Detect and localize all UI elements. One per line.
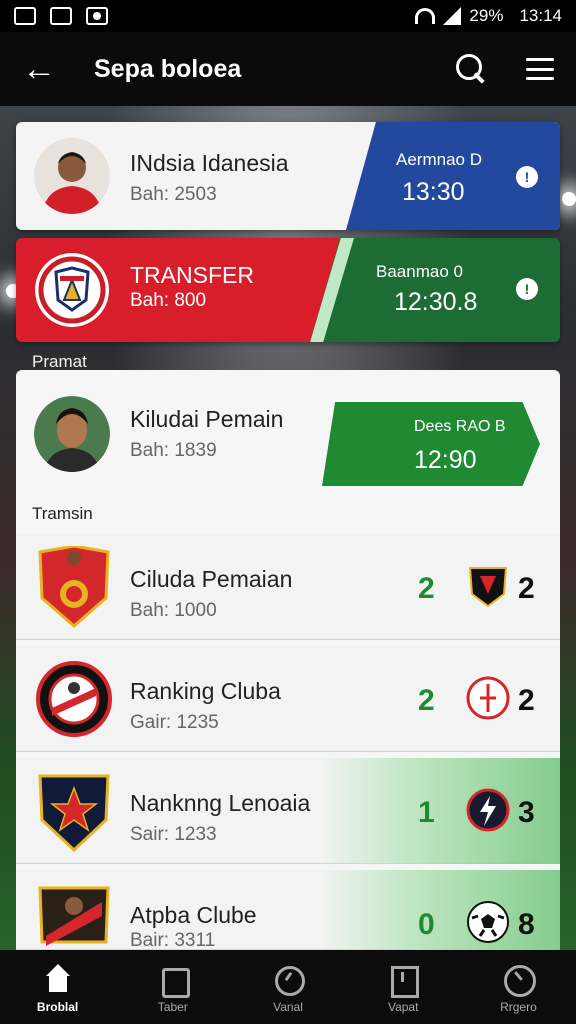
search-icon[interactable] [456, 54, 486, 84]
player-sub: Bah: 1839 [130, 440, 217, 461]
featured-player-card[interactable]: Kiludai Pemain Bah: 1839 Dees RAO B 12:9… [16, 376, 560, 494]
score-away: 2 [518, 684, 535, 717]
score-home: 2 [418, 684, 435, 717]
list-item[interactable]: Ranking Cluba Gair: 1235 2 2 [16, 646, 560, 752]
tab-shirt[interactable]: Taber [115, 950, 230, 1024]
tab-gauge[interactable]: Rrgero [461, 950, 576, 1024]
score-away: 3 [518, 796, 535, 829]
club-crest-icon [36, 661, 112, 737]
player-avatar [34, 138, 110, 214]
notification-icon [86, 7, 108, 25]
wifi-icon [415, 8, 436, 24]
page-title: Sepa boloea [94, 54, 242, 83]
match-time: 12:30.8 [394, 288, 478, 316]
tab-home[interactable]: Broblal [0, 950, 115, 1024]
club-crest-icon [38, 774, 110, 852]
match-label: Baanmao 0 [376, 262, 463, 281]
score-home: 1 [418, 796, 435, 829]
transfer-title: TRANSFER [130, 262, 254, 288]
home-icon [43, 964, 73, 994]
shirt-icon [158, 964, 190, 998]
player-avatar [34, 396, 110, 472]
tab-label: Taber [157, 1000, 188, 1014]
status-bar: 29% 13:14 [0, 0, 576, 32]
tab-clock[interactable]: Vanal [230, 950, 345, 1024]
row-sub: Sair: 1233 [130, 824, 217, 845]
opponent-crest-icon [466, 676, 510, 720]
player-sub: Bah: 2503 [130, 184, 217, 205]
row-sub: Bair: 3311 [130, 930, 216, 951]
row-name: Ciluda Pemaian [130, 566, 293, 592]
score-home: 0 [418, 908, 435, 941]
info-icon[interactable]: ! [516, 166, 538, 188]
board-icon [388, 964, 420, 998]
match-time: 13:30 [402, 178, 465, 206]
info-icon[interactable]: ! [516, 278, 538, 300]
clock-time: 13:14 [519, 6, 562, 25]
bottom-navigation: Broblal Taber Vanal Vapat Rrgero [0, 950, 576, 1024]
row-name: Nanknng Lenoaia [130, 790, 311, 816]
menu-icon[interactable] [526, 58, 554, 80]
opponent-crest-icon [468, 567, 508, 608]
section-label: Pramat [32, 352, 87, 371]
match-panel[interactable]: Baanmao 0 12:30.8 ! [310, 238, 560, 342]
list-item[interactable]: Atpba Clube Bair: 3311 0 8 [16, 870, 560, 951]
row-sub: Bah: 1000 [130, 600, 217, 621]
signal-icon [443, 7, 462, 25]
tab-label: Rrgero [500, 1000, 537, 1014]
player-name: INdsia Idanesia [130, 150, 289, 176]
transfer-card[interactable]: TRANSFER Bah: 800 Baanmao 0 12:30.8 ! [16, 238, 560, 342]
list-item[interactable]: Ciluda Pemaian Bah: 1000 2 2 [16, 534, 560, 640]
image-icon [50, 7, 72, 25]
gauge-icon [503, 964, 537, 997]
opponent-crest-icon [466, 788, 510, 832]
club-crest-icon [38, 546, 110, 628]
tab-label: Vanal [273, 1000, 303, 1014]
player-card[interactable]: INdsia Idanesia Bah: 2503 Aermnao D 13:3… [16, 122, 560, 230]
tab-board[interactable]: Vapat [346, 950, 461, 1024]
match-time: 12:90 [414, 446, 477, 474]
back-arrow-icon[interactable]: ← [22, 50, 62, 89]
match-panel[interactable]: Aermnao D 13:30 ! [346, 122, 560, 230]
score-away: 2 [518, 572, 535, 605]
row-name: Ranking Cluba [130, 678, 281, 704]
club-crest-icon [38, 886, 110, 946]
row-sub: Gair: 1235 [130, 712, 219, 733]
row-name: Atpba Clube [130, 902, 257, 928]
clock-icon [273, 964, 305, 996]
battery-level: 29% [469, 6, 504, 25]
gallery-icon [14, 7, 36, 25]
list-item[interactable]: Nanknng Lenoaia Sair: 1233 1 3 [16, 758, 560, 864]
transfer-sub: Bah: 800 [130, 290, 207, 311]
match-label: Aermnao D [396, 150, 482, 169]
score-home: 2 [418, 572, 435, 605]
app-bar: ← Sepa boloea [0, 32, 576, 106]
floodlight [562, 192, 576, 206]
section-label: Tramsin [32, 504, 93, 523]
soccer-ball-icon [467, 901, 509, 943]
match-panel[interactable]: Dees RAO B 12:90 [322, 402, 540, 486]
player-name: Kiludai Pemain [130, 406, 284, 432]
tab-label: Broblal [36, 1000, 79, 1014]
tab-label: Vapat [387, 1000, 419, 1014]
club-crest-icon [35, 253, 109, 327]
score-away: 8 [518, 908, 535, 941]
match-label: Dees RAO B [414, 418, 506, 435]
